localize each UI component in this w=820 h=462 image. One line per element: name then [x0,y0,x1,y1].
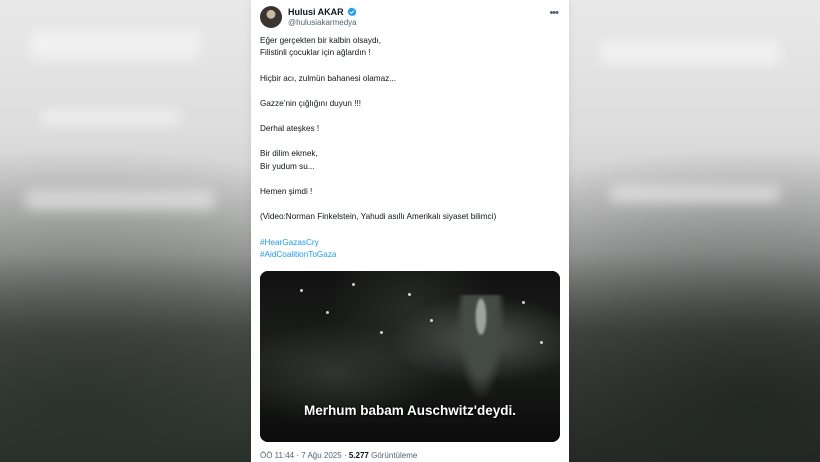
tweet-body: Eğer gerçekten bir kalbin olsaydı, Filis… [260,35,560,261]
video-subtitle: Merhum babam Auschwitz'deydi. [304,403,516,418]
tweet-line: Derhal ateşkes ! [260,124,320,134]
view-count: 5.277 [348,451,369,460]
video-player[interactable]: Merhum babam Auschwitz'deydi. [260,271,560,442]
stage-light [326,311,329,314]
line-break [260,135,560,148]
line-break [260,224,560,237]
tweet-line: Eğer gerçekten bir kalbin olsaydı, [260,36,382,45]
verified-badge-icon [347,7,357,17]
stage-light [522,301,525,304]
name-row: Hulusi AKAR [288,7,357,17]
hashtag-link[interactable]: #AidCoalitionToGaza [260,249,560,261]
hashtag-link[interactable]: #HearGazasCry [260,237,560,249]
tweet-line: (Video:Norman Finkelstein, Yahudi asıllı… [260,212,497,222]
tweet-line: Bir yudum su... [260,161,315,171]
line-break [260,173,560,186]
line-break [260,85,560,98]
stage-light [430,319,433,322]
blurred-shape [25,190,215,210]
display-name[interactable]: Hulusi AKAR [288,7,344,17]
tweet-line: Hemen şimdi ! [260,187,313,197]
stage-light [352,283,355,286]
blurred-shape [30,30,200,60]
tweet-time[interactable]: ÖÖ 11:44 [260,451,294,460]
line-break [260,110,560,123]
views-label: Görüntüleme [371,451,418,460]
tweet-meta: ÖÖ 11:44 · 7 Ağu 2025 · 5.277 Görüntülem… [260,451,417,460]
speaker-figure [452,295,510,415]
handle[interactable]: @hulusiakarmedya [288,18,357,27]
stage-light [408,293,411,296]
tweet-line: Hiçbir acı, zulmün bahanesi olamaz... [260,73,397,83]
more-options-icon[interactable]: ••• [549,8,559,19]
tweet-card: Hulusi AKAR @hulusiakarmedya ••• Eğer ge… [251,0,569,462]
tweet-line: Gazze’nin çığlığını duyun !!! [260,98,362,108]
line-break [260,60,560,73]
blurred-shape [600,40,780,66]
blurred-shape [40,110,180,126]
stage-light [380,331,383,334]
tweet-date[interactable]: 7 Ağu 2025 [301,451,341,460]
line-break [260,198,560,211]
tweet-header: Hulusi AKAR @hulusiakarmedya ••• [260,6,560,30]
avatar[interactable] [260,6,282,28]
stage-light [300,289,303,292]
stage-light [540,341,543,344]
tweet-line: Filistinli çocuklar için ağlardın ! [260,48,371,58]
blurred-shape [610,185,780,203]
tweet-line: Bir dilim ekmek, [260,149,318,159]
